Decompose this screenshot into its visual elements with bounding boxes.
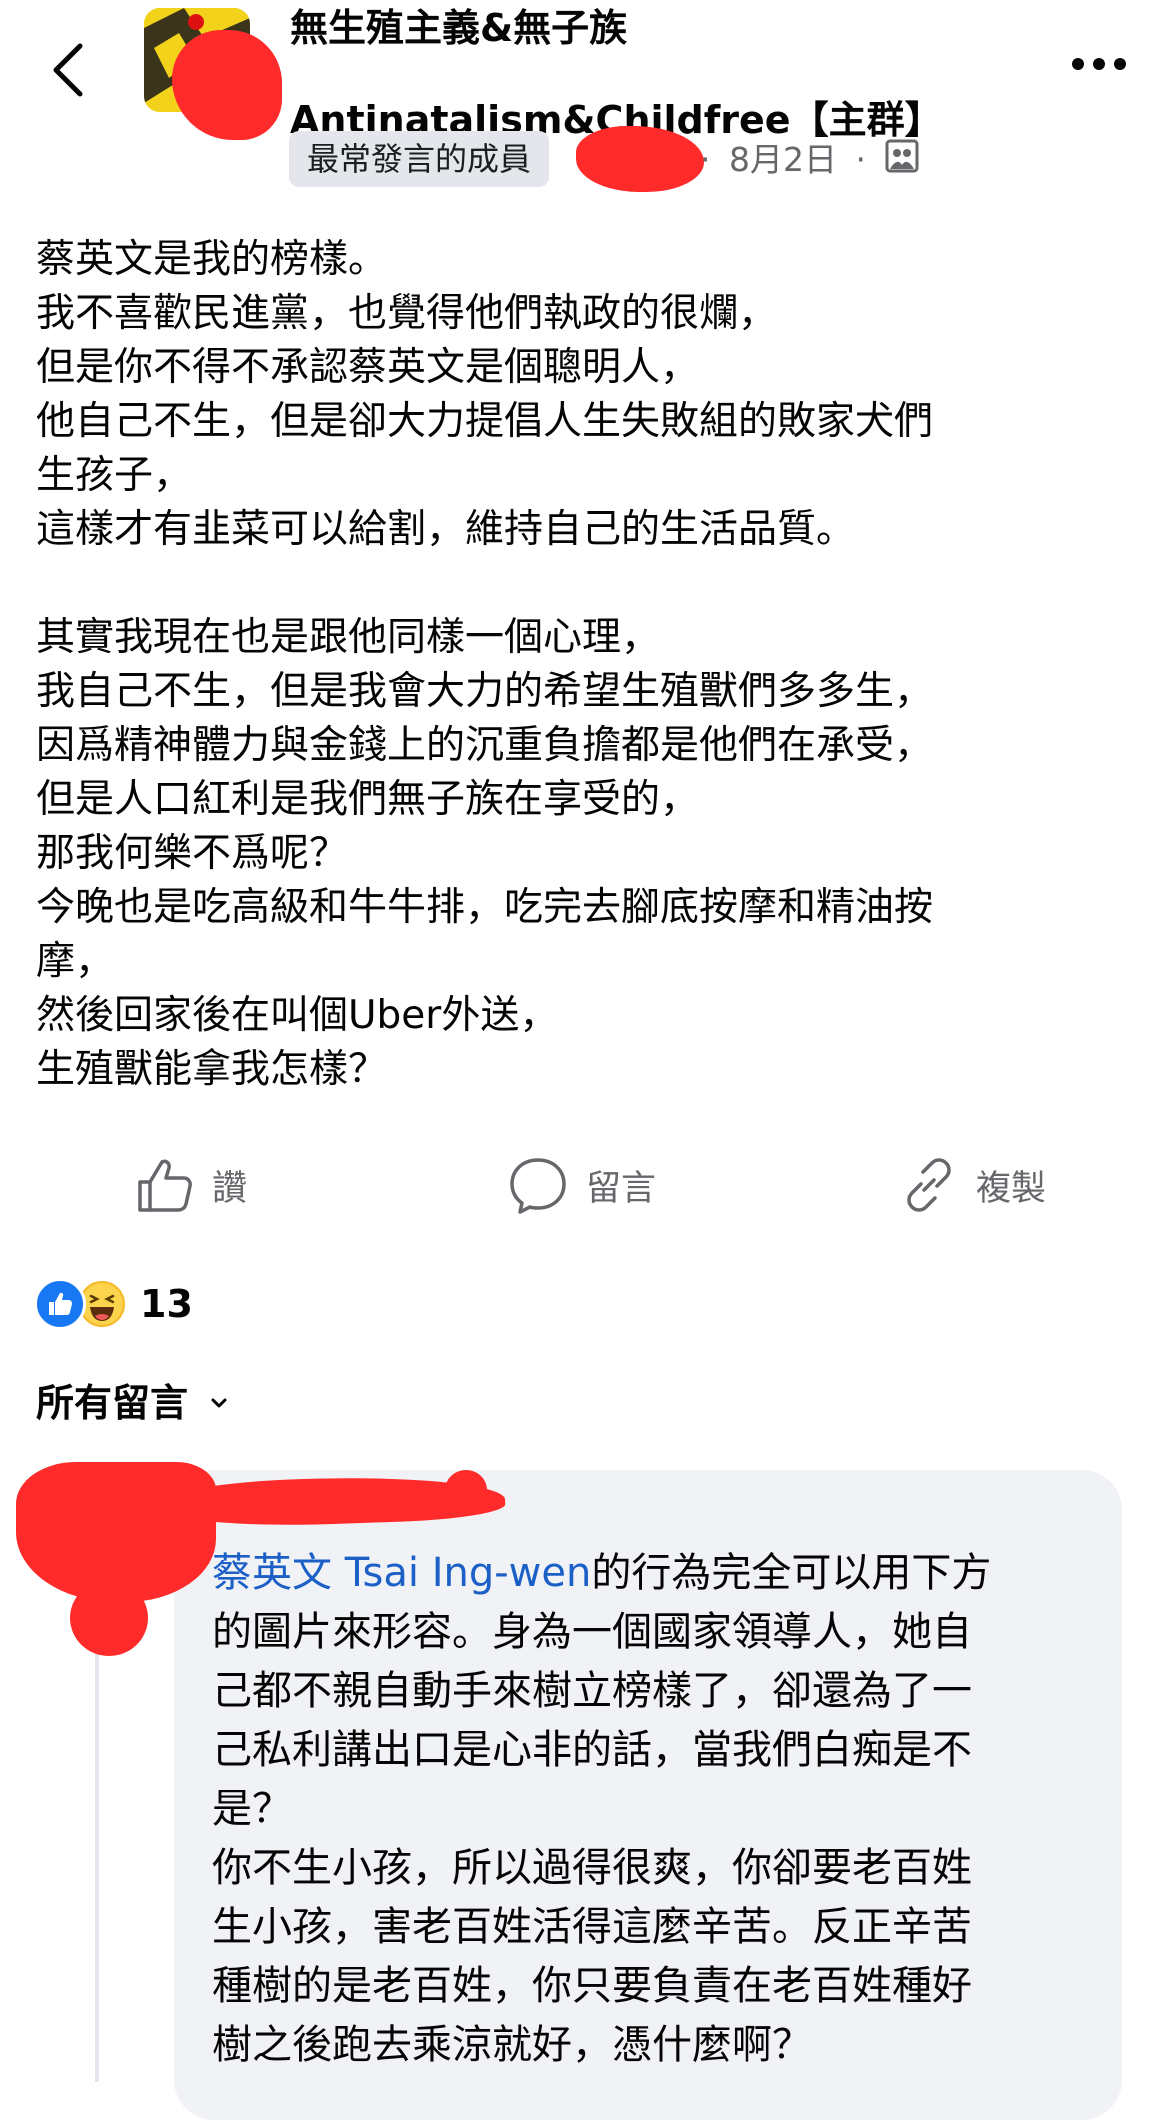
comments-filter-label: 所有留言	[36, 1381, 189, 1425]
redaction-mark	[172, 30, 282, 140]
thumbs-up-icon	[138, 1159, 192, 1212]
comment-body: 的行為完全可以用下方 的圖片來形容。身為一個國家領導人，她自 己都不親自動手來樹…	[212, 1550, 992, 2068]
copy-label: 複製	[976, 1168, 1047, 1209]
user-mention-link[interactable]: 蔡英文 Tsai Ing-wen	[212, 1550, 591, 1596]
more-options-button[interactable]	[1070, 54, 1128, 74]
post-date[interactable]: 8月2日	[729, 140, 837, 179]
reactions-summary[interactable]: 13	[34, 1276, 193, 1332]
redaction-mark	[70, 1580, 148, 1656]
link-icon	[907, 1158, 951, 1212]
comment-text: 蔡英文 Tsai Ing-wen的行為完全可以用下方 的圖片來形容。身為一個國家…	[212, 1544, 1098, 2075]
meta-separator: ·	[855, 140, 867, 179]
group-privacy-icon	[885, 136, 919, 188]
comment-label: 留言	[586, 1168, 657, 1209]
chevron-down-icon	[211, 1398, 227, 1408]
like-label: 讚	[212, 1168, 248, 1209]
back-button[interactable]	[44, 38, 94, 102]
redaction-mark	[445, 1470, 487, 1510]
post-meta: · 8月2日 ·	[700, 134, 919, 188]
meta-separator: ·	[700, 140, 711, 179]
reaction-count: 13	[140, 1282, 193, 1326]
copy-link-button[interactable]: 複製	[900, 1150, 1046, 1220]
comment-button[interactable]: 留言	[508, 1150, 656, 1220]
group-title-line1: 無生殖主義&無子族	[290, 6, 628, 50]
group-title[interactable]: 無生殖主義&無子族 Antinatalism&Childfree【主群】	[290, 2, 943, 146]
chevron-left-icon	[53, 43, 83, 97]
member-badge: 最常發言的成員	[289, 131, 550, 187]
like-button[interactable]: 讚	[136, 1150, 247, 1220]
comment-bubble-icon	[510, 1158, 566, 1214]
like-reaction-icon	[34, 1278, 86, 1330]
post-text: 蔡英文是我的榜樣。 我不喜歡民進黨，也覺得他們執政的很爛， 但是你不得不承認蔡英…	[36, 237, 934, 1092]
comments-filter[interactable]: 所有留言	[36, 1373, 234, 1433]
more-horizontal-icon	[1072, 58, 1126, 70]
